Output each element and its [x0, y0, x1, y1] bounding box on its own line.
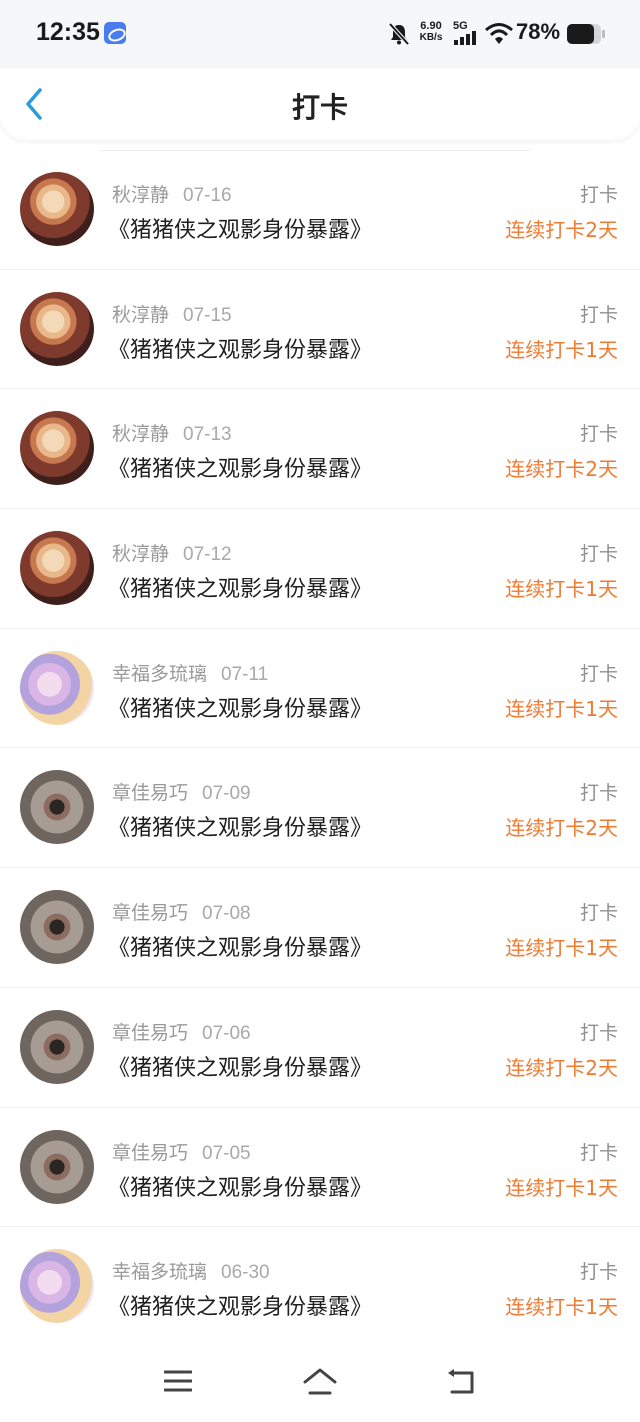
user-name: 秋淳静 07-13: [112, 419, 232, 446]
checkin-tag: 打卡: [579, 1261, 618, 1284]
checkin-tag: 打卡: [579, 902, 618, 925]
checkin-row[interactable]: 幸福多琉璃 06-30 《猪猪侠之观影身份暴露》 打卡 连续打卡1天: [0, 1227, 640, 1347]
checkin-row[interactable]: 秋淳静 07-12 《猪猪侠之观影身份暴露》 打卡 连续打卡1天: [0, 509, 640, 629]
checkin-date: 07-06: [202, 1022, 251, 1044]
back-nav-icon[interactable]: [446, 1368, 478, 1396]
avatar[interactable]: [20, 1249, 94, 1324]
wifi-icon: [485, 23, 513, 44]
streak-label: 连续打卡1天: [505, 1295, 618, 1320]
user-name: 秋淳静 07-12: [112, 539, 232, 566]
book-title: 《猪猪侠之观影身份暴露》: [108, 696, 373, 722]
battery-percent: 78%: [516, 19, 561, 44]
user-name-text: 秋淳静: [112, 423, 170, 446]
checkin-date: 07-11: [221, 663, 269, 685]
signal-icon: [454, 31, 476, 45]
checkin-tag: 打卡: [579, 1141, 618, 1164]
checkin-row[interactable]: 秋淳静 07-15 《猪猪侠之观影身份暴露》 打卡 连续打卡1天: [0, 270, 640, 390]
net-speed: 6.90 KB/s: [416, 20, 446, 44]
user-name-text: 秋淳静: [112, 543, 170, 566]
streak-label: 连续打卡2天: [505, 816, 618, 841]
checkin-date: 07-05: [202, 1142, 251, 1164]
streak-label: 连续打卡2天: [505, 218, 618, 242]
avatar[interactable]: [20, 411, 94, 486]
user-name-text: 幸福多琉璃: [112, 662, 208, 685]
avatar[interactable]: [20, 770, 94, 845]
net-speed-unit: KB/s: [419, 32, 443, 43]
avatar[interactable]: [20, 291, 94, 366]
streak-label: 连续打卡1天: [505, 577, 618, 602]
streak-label: 连续打卡1天: [505, 1175, 618, 1200]
checkin-list: 秋淳静 07-16 《猪猪侠之观影身份暴露》 打卡 连续打卡2天 秋淳静 07-15…: [0, 150, 640, 1347]
user-name: 章佳易巧 07-09: [112, 778, 251, 805]
system-nav-bar: [0, 1346, 640, 1422]
streak-label: 连续打卡2天: [505, 457, 618, 482]
book-title: 《猪猪侠之观影身份暴露》: [108, 577, 373, 603]
book-title: 《猪猪侠之观影身份暴露》: [108, 1055, 373, 1081]
net-speed-value: 6.90: [420, 20, 442, 32]
avatar[interactable]: [20, 531, 94, 606]
avatar[interactable]: [20, 890, 94, 965]
checkin-tag: 打卡: [579, 303, 618, 326]
status-bar: 12:35 6.90 KB/s 5G 78%: [0, 0, 640, 68]
book-title: 《猪猪侠之观影身份暴露》: [108, 936, 373, 962]
checkin-row[interactable]: 章佳易巧 07-08 《猪猪侠之观影身份暴露》 打卡 连续打卡1天: [0, 868, 640, 988]
checkin-date: 06-30: [221, 1262, 270, 1284]
user-name: 章佳易巧 07-06: [112, 1018, 251, 1045]
page-title: 打卡: [291, 91, 348, 124]
user-name-text: 幸福多琉璃: [112, 1261, 208, 1284]
streak-label: 连续打卡2天: [505, 1055, 618, 1080]
checkin-row[interactable]: 章佳易巧 07-06 《猪猪侠之观影身份暴露》 打卡 连续打卡2天: [0, 988, 640, 1108]
user-name: 秋淳静 07-16: [112, 180, 232, 207]
avatar[interactable]: [20, 172, 94, 246]
user-name: 幸福多琉璃 06-30: [112, 1257, 270, 1284]
book-title: 《猪猪侠之观影身份暴露》: [108, 337, 373, 363]
checkin-date: 07-16: [183, 185, 232, 206]
user-name-text: 章佳易巧: [112, 1141, 189, 1164]
book-title: 《猪猪侠之观影身份暴露》: [108, 816, 373, 842]
user-name-text: 章佳易巧: [112, 902, 189, 925]
avatar[interactable]: [20, 650, 94, 725]
checkin-date: 07-12: [183, 544, 232, 566]
book-title: 《猪猪侠之观影身份暴露》: [108, 218, 373, 243]
user-name-text: 秋淳静: [112, 303, 170, 326]
user-name: 章佳易巧 07-08: [112, 898, 251, 925]
checkin-row[interactable]: 章佳易巧 07-09 《猪猪侠之观影身份暴露》 打卡 连续打卡2天: [0, 748, 640, 869]
battery-icon: [567, 24, 605, 44]
checkin-tag: 打卡: [579, 1021, 618, 1044]
user-name: 幸福多琉璃 07-11: [112, 659, 268, 686]
user-name: 秋淳静 07-15: [112, 300, 232, 327]
user-name: 章佳易巧 07-05: [112, 1138, 251, 1165]
streak-label: 连续打卡1天: [505, 337, 618, 362]
checkin-row[interactable]: 幸福多琉璃 07-11 《猪猪侠之观影身份暴露》 打卡 连续打卡1天: [0, 629, 640, 749]
checkin-tag: 打卡: [579, 423, 618, 446]
nav-header: 打卡: [0, 68, 640, 140]
checkin-row[interactable]: 秋淳静 07-13 《猪猪侠之观影身份暴露》 打卡 连续打卡2天: [0, 389, 640, 510]
checkin-tag: 打卡: [579, 662, 618, 685]
avatar[interactable]: [20, 1009, 94, 1084]
home-icon[interactable]: [302, 1368, 338, 1396]
checkin-row[interactable]: 秋淳静 07-16 《猪猪侠之观影身份暴露》 打卡 连续打卡2天: [0, 150, 640, 270]
streak-label: 连续打卡1天: [505, 936, 618, 961]
streak-label: 连续打卡1天: [505, 696, 618, 721]
checkin-tag: 打卡: [579, 543, 618, 566]
mute-bell-icon: [388, 22, 410, 46]
checkin-row[interactable]: 章佳易巧 07-05 《猪猪侠之观影身份暴露》 打卡 连续打卡1天: [0, 1108, 640, 1228]
book-title: 《猪猪侠之观影身份暴露》: [108, 1295, 373, 1321]
checkin-tag: 打卡: [579, 782, 618, 805]
checkin-tag: 打卡: [579, 184, 618, 206]
user-name-text: 章佳易巧: [112, 782, 189, 805]
user-name-text: 秋淳静: [112, 184, 170, 206]
book-title: 《猪猪侠之观影身份暴露》: [108, 457, 373, 483]
avatar[interactable]: [20, 1129, 94, 1204]
user-name-text: 章佳易巧: [112, 1021, 189, 1044]
book-title: 《猪猪侠之观影身份暴露》: [108, 1175, 373, 1201]
checkin-date: 07-09: [202, 783, 251, 805]
checkin-date: 07-08: [202, 903, 251, 925]
status-time: 12:35: [36, 18, 100, 46]
app-notification-icon: [104, 22, 126, 44]
checkin-date: 07-13: [183, 424, 232, 446]
menu-icon[interactable]: [164, 1368, 192, 1394]
checkin-date: 07-15: [183, 304, 232, 326]
